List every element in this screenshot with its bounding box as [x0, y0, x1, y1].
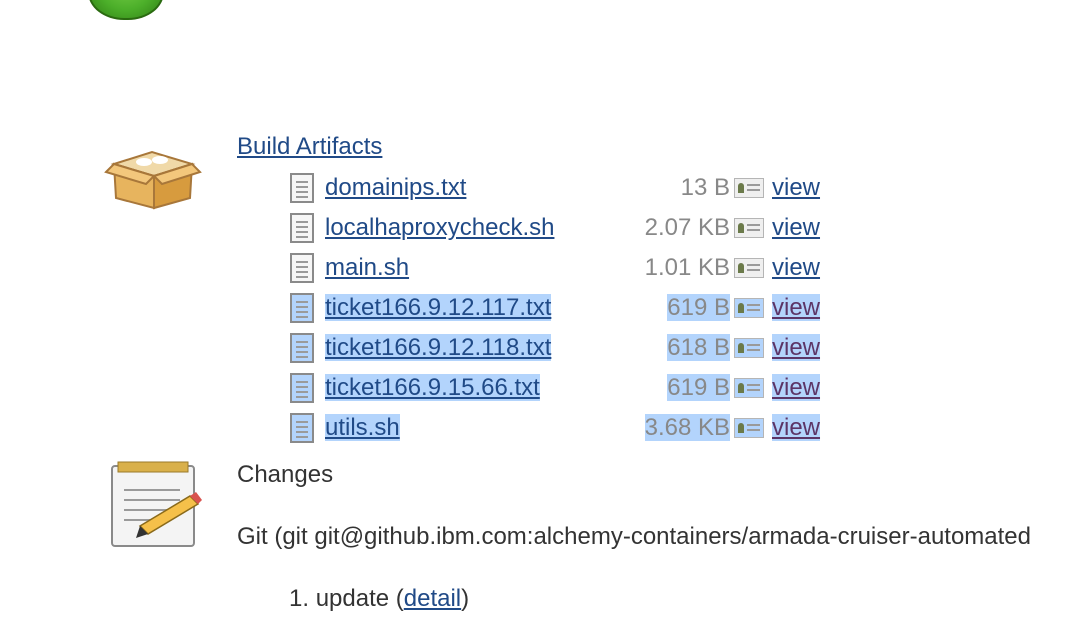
text-file-icon [290, 173, 314, 203]
artifact-size-text: 3.68 KB [644, 414, 730, 441]
artifact-view-cell: view [734, 248, 820, 288]
artifact-size-text: 619 B [667, 294, 730, 321]
artifact-view-cell: view [734, 168, 820, 208]
artifact-view-link[interactable]: view [772, 254, 820, 281]
view-document-icon[interactable] [734, 178, 764, 198]
package-box-icon [104, 142, 202, 217]
artifact-size-text: 619 B [667, 374, 730, 401]
text-file-icon [290, 373, 314, 403]
artifact-view-link[interactable]: view [772, 214, 820, 241]
artifact-file-link[interactable]: ticket166.9.15.66.txt [325, 374, 540, 401]
artifact-size-text: 618 B [667, 334, 730, 361]
artifact-view-link[interactable]: view [772, 374, 821, 401]
artifact-view-cell: view [734, 288, 821, 328]
artifact-file-link[interactable]: ticket166.9.12.118.txt [325, 334, 552, 361]
artifact-size: 618 B [620, 328, 734, 368]
text-file-icon [290, 213, 314, 243]
build-artifacts-link[interactable]: Build Artifacts [237, 133, 382, 161]
artifact-size-text: 2.07 KB [644, 214, 730, 241]
artifact-size: 619 B [620, 288, 734, 328]
artifact-file-link[interactable]: ticket166.9.12.117.txt [325, 294, 552, 321]
artifact-row: ticket166.9.12.118.txt 618 B view [290, 328, 821, 368]
artifact-row: ticket166.9.15.66.txt 619 B view [290, 368, 821, 408]
artifact-view-cell: view [734, 208, 820, 248]
artifact-file-cell: ticket166.9.12.117.txt [290, 288, 620, 328]
artifact-file-link[interactable]: main.sh [325, 254, 409, 281]
change-item: 1. update (detail) [289, 585, 470, 612]
artifact-view-cell: view [734, 328, 821, 368]
artifact-file-link[interactable]: localhaproxycheck.sh [325, 214, 554, 241]
artifact-row: localhaproxycheck.sh 2.07 KB view [290, 208, 820, 248]
change-item-text: update [315, 585, 390, 612]
view-document-icon[interactable] [734, 338, 764, 358]
text-file-icon [290, 253, 314, 283]
artifact-file-cell: utils.sh [290, 408, 620, 448]
text-file-icon [290, 293, 314, 323]
text-file-icon [290, 333, 314, 363]
artifact-size: 13 B [620, 168, 734, 208]
changes-heading: Changes [237, 461, 334, 488]
artifact-file-cell: ticket166.9.12.118.txt [290, 328, 620, 368]
artifact-size: 1.01 KB [620, 248, 734, 288]
artifact-file-cell: main.sh [290, 248, 620, 288]
view-document-icon[interactable] [734, 418, 764, 438]
artifact-view-cell: view [734, 408, 821, 448]
artifact-size: 2.07 KB [620, 208, 734, 248]
artifact-size-text: 13 B [680, 174, 730, 201]
artifact-row: ticket166.9.12.117.txt 619 B view [290, 288, 821, 328]
artifact-view-link[interactable]: view [772, 334, 821, 361]
artifact-size-text: 1.01 KB [644, 254, 730, 281]
artifact-file-cell: localhaproxycheck.sh [290, 208, 620, 248]
artifact-file-cell: domainips.txt [290, 168, 620, 208]
notepad-pencil-icon [110, 460, 202, 555]
artifact-size: 3.68 KB [620, 408, 734, 448]
git-repository-text: Git (git git@github.ibm.com:alchemy-cont… [237, 523, 1032, 550]
artifact-row: utils.sh 3.68 KB view [290, 408, 821, 448]
artifact-view-cell: view [734, 368, 821, 408]
artifact-view-link[interactable]: view [772, 294, 821, 321]
artifacts-table: domainips.txt 13 Bview localhaproxycheck.s… [290, 168, 821, 448]
artifact-file-link[interactable]: utils.sh [325, 414, 400, 441]
view-document-icon[interactable] [734, 298, 764, 318]
build-status-ball-icon [88, 0, 164, 20]
change-item-number: 1. [289, 585, 310, 612]
artifact-view-link[interactable]: view [772, 414, 821, 441]
change-detail-link[interactable]: detail [404, 585, 461, 612]
artifact-size: 619 B [620, 368, 734, 408]
artifact-file-cell: ticket166.9.15.66.txt [290, 368, 620, 408]
view-document-icon[interactable] [734, 258, 764, 278]
view-document-icon[interactable] [734, 378, 764, 398]
artifact-row: main.sh 1.01 KB view [290, 248, 820, 288]
view-document-icon[interactable] [734, 218, 764, 238]
artifact-file-link[interactable]: domainips.txt [325, 174, 466, 201]
artifact-view-link[interactable]: view [772, 174, 820, 201]
artifact-row: domainips.txt 13 B view [290, 168, 820, 208]
text-file-icon [290, 413, 314, 443]
